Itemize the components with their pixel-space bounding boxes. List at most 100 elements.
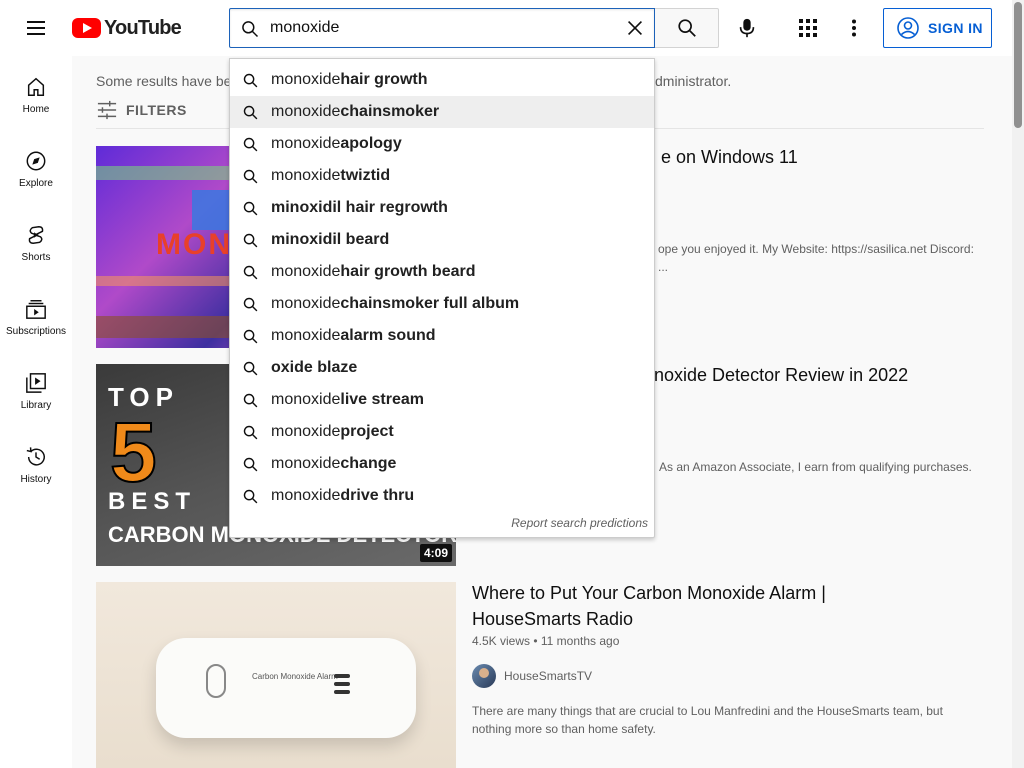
suggestion-completion: oxide blaze: [271, 359, 358, 376]
search-icon: [243, 361, 258, 375]
logo-text: YouTube: [104, 16, 182, 39]
suggestion-completion: alarm sound: [340, 327, 436, 344]
suggestion-completion: apology: [340, 135, 402, 152]
suggestion-item[interactable]: monoxide twiztid: [230, 160, 654, 192]
suggestion-prefix: monoxide: [271, 455, 341, 472]
search-icon: [243, 137, 258, 151]
video-title[interactable]: Where to Put Your Carbon Monoxide Alarm …: [472, 580, 826, 606]
sidebar-item-history[interactable]: History: [0, 426, 72, 500]
apps-button[interactable]: [794, 14, 822, 42]
video-thumbnail[interactable]: Carbon Monoxide Alarm: [96, 582, 456, 768]
video-title[interactable]: e on Windows 11: [661, 144, 798, 170]
video-meta: 4.5K views • 11 months ago: [472, 634, 620, 648]
device-vents: [334, 674, 350, 698]
youtube-logo[interactable]: YouTube: [72, 16, 182, 40]
suggestion-item[interactable]: monoxide hair growth beard: [230, 256, 654, 288]
masthead: YouTube SIGN IN: [0, 0, 1012, 56]
voice-search-button[interactable]: [730, 10, 764, 46]
apps-grid-icon: [799, 19, 817, 37]
search-button[interactable]: [655, 8, 719, 48]
video-description: As an Amazon Associate, I earn from qual…: [659, 460, 972, 474]
sign-in-button[interactable]: SIGN IN: [883, 8, 992, 48]
sidebar-item-shorts[interactable]: Shorts: [0, 204, 72, 278]
video-duration: 4:09: [419, 544, 452, 562]
library-icon: [26, 373, 46, 393]
filter-sliders-icon: [97, 100, 117, 120]
suggestion-prefix: monoxide: [271, 487, 341, 504]
suggestion-prefix: monoxide: [271, 327, 341, 344]
suggestion-completion: minoxidil hair regrowth: [271, 199, 448, 216]
search-icon: [243, 105, 258, 119]
search-icon: [243, 329, 258, 343]
sidebar-item-label: History: [20, 474, 52, 485]
scrollbar-thumb[interactable]: [1014, 2, 1022, 128]
sidebar-item-label: Shorts: [21, 252, 51, 263]
mini-guide: Home Explore Shorts Subscriptions Librar…: [0, 56, 72, 768]
suggestion-item[interactable]: minoxidil hair regrowth: [230, 192, 654, 224]
search-input[interactable]: [270, 17, 610, 39]
suggestion-prefix: monoxide: [271, 103, 341, 120]
channel-link[interactable]: HouseSmartsTV: [472, 664, 592, 688]
suggestion-item[interactable]: monoxide live stream: [230, 384, 654, 416]
history-icon: [26, 447, 45, 466]
account-icon: [897, 17, 919, 39]
suggestion-item[interactable]: monoxide chainsmoker full album: [230, 288, 654, 320]
thumbnail-text: BEST: [108, 488, 197, 515]
video-description: There are many things that are crucial t…: [472, 704, 943, 718]
clear-icon[interactable]: [624, 17, 646, 39]
subscriptions-icon: [26, 300, 46, 319]
compass-icon: [26, 151, 46, 171]
suggestion-completion: drive thru: [340, 487, 415, 504]
alarm-device-image: Carbon Monoxide Alarm: [156, 638, 416, 738]
suggestion-prefix: monoxide: [271, 263, 341, 280]
search-icon: [243, 297, 258, 311]
sidebar-item-label: Subscriptions: [5, 326, 67, 337]
home-icon: [27, 77, 45, 96]
suggestion-item[interactable]: monoxide hair growth: [230, 64, 654, 96]
menu-icon[interactable]: [24, 16, 48, 40]
suggestion-item[interactable]: monoxide apology: [230, 128, 654, 160]
report-predictions-link[interactable]: Report search predictions: [511, 516, 648, 530]
search-icon: [243, 393, 258, 407]
sidebar-item-home[interactable]: Home: [0, 56, 72, 130]
video-title[interactable]: noxide Detector Review in 2022: [654, 362, 908, 388]
suggestion-prefix: monoxide: [271, 391, 341, 408]
search-icon: [677, 19, 696, 37]
video-title[interactable]: HouseSmarts Radio: [472, 606, 633, 632]
suggestion-item[interactable]: monoxide drive thru: [230, 480, 654, 512]
suggestion-completion: hair growth beard: [340, 263, 476, 280]
sidebar-item-label: Library: [20, 400, 52, 411]
search-suggestions: monoxide hair growth monoxide chainsmoke…: [229, 58, 655, 538]
thumbnail-text: Carbon Monoxide Alarm: [252, 672, 338, 681]
search-icon: [243, 457, 258, 471]
youtube-play-icon: [72, 18, 101, 38]
suggestion-completion: minoxidil beard: [271, 231, 390, 248]
suggestion-item[interactable]: minoxidil beard: [230, 224, 654, 256]
filters-label: FILTERS: [126, 102, 187, 118]
suggestion-item[interactable]: oxide blaze: [230, 352, 654, 384]
suggestion-completion: hair growth: [340, 71, 428, 88]
sidebar-item-library[interactable]: Library: [0, 352, 72, 426]
video-description: nothing more so than home safety.: [472, 722, 656, 736]
suggestion-prefix: monoxide: [271, 71, 341, 88]
suggestion-completion: live stream: [340, 391, 424, 408]
more-vertical-icon: [852, 19, 856, 37]
suggestion-item[interactable]: monoxide project: [230, 416, 654, 448]
suggestion-prefix: monoxide: [271, 423, 341, 440]
avatar[interactable]: [472, 664, 496, 688]
restricted-notice: Some results have be: [96, 73, 232, 89]
sidebar-item-explore[interactable]: Explore: [0, 130, 72, 204]
search-box[interactable]: [229, 8, 655, 48]
suggestion-item[interactable]: monoxide chainsmoker: [230, 96, 654, 128]
suggestion-completion: chainsmoker full album: [340, 295, 520, 312]
channel-name[interactable]: HouseSmartsTV: [504, 669, 592, 683]
more-options-button[interactable]: [842, 14, 866, 42]
suggestion-item[interactable]: monoxide alarm sound: [230, 320, 654, 352]
sidebar-item-subscriptions[interactable]: Subscriptions: [0, 278, 72, 352]
suggestion-item[interactable]: monoxide change: [230, 448, 654, 480]
suggestion-completion: change: [340, 455, 397, 472]
search-icon: [243, 169, 258, 183]
filters-button[interactable]: FILTERS: [96, 100, 187, 120]
suggestion-completion: project: [340, 423, 394, 440]
search-icon: [243, 489, 258, 503]
